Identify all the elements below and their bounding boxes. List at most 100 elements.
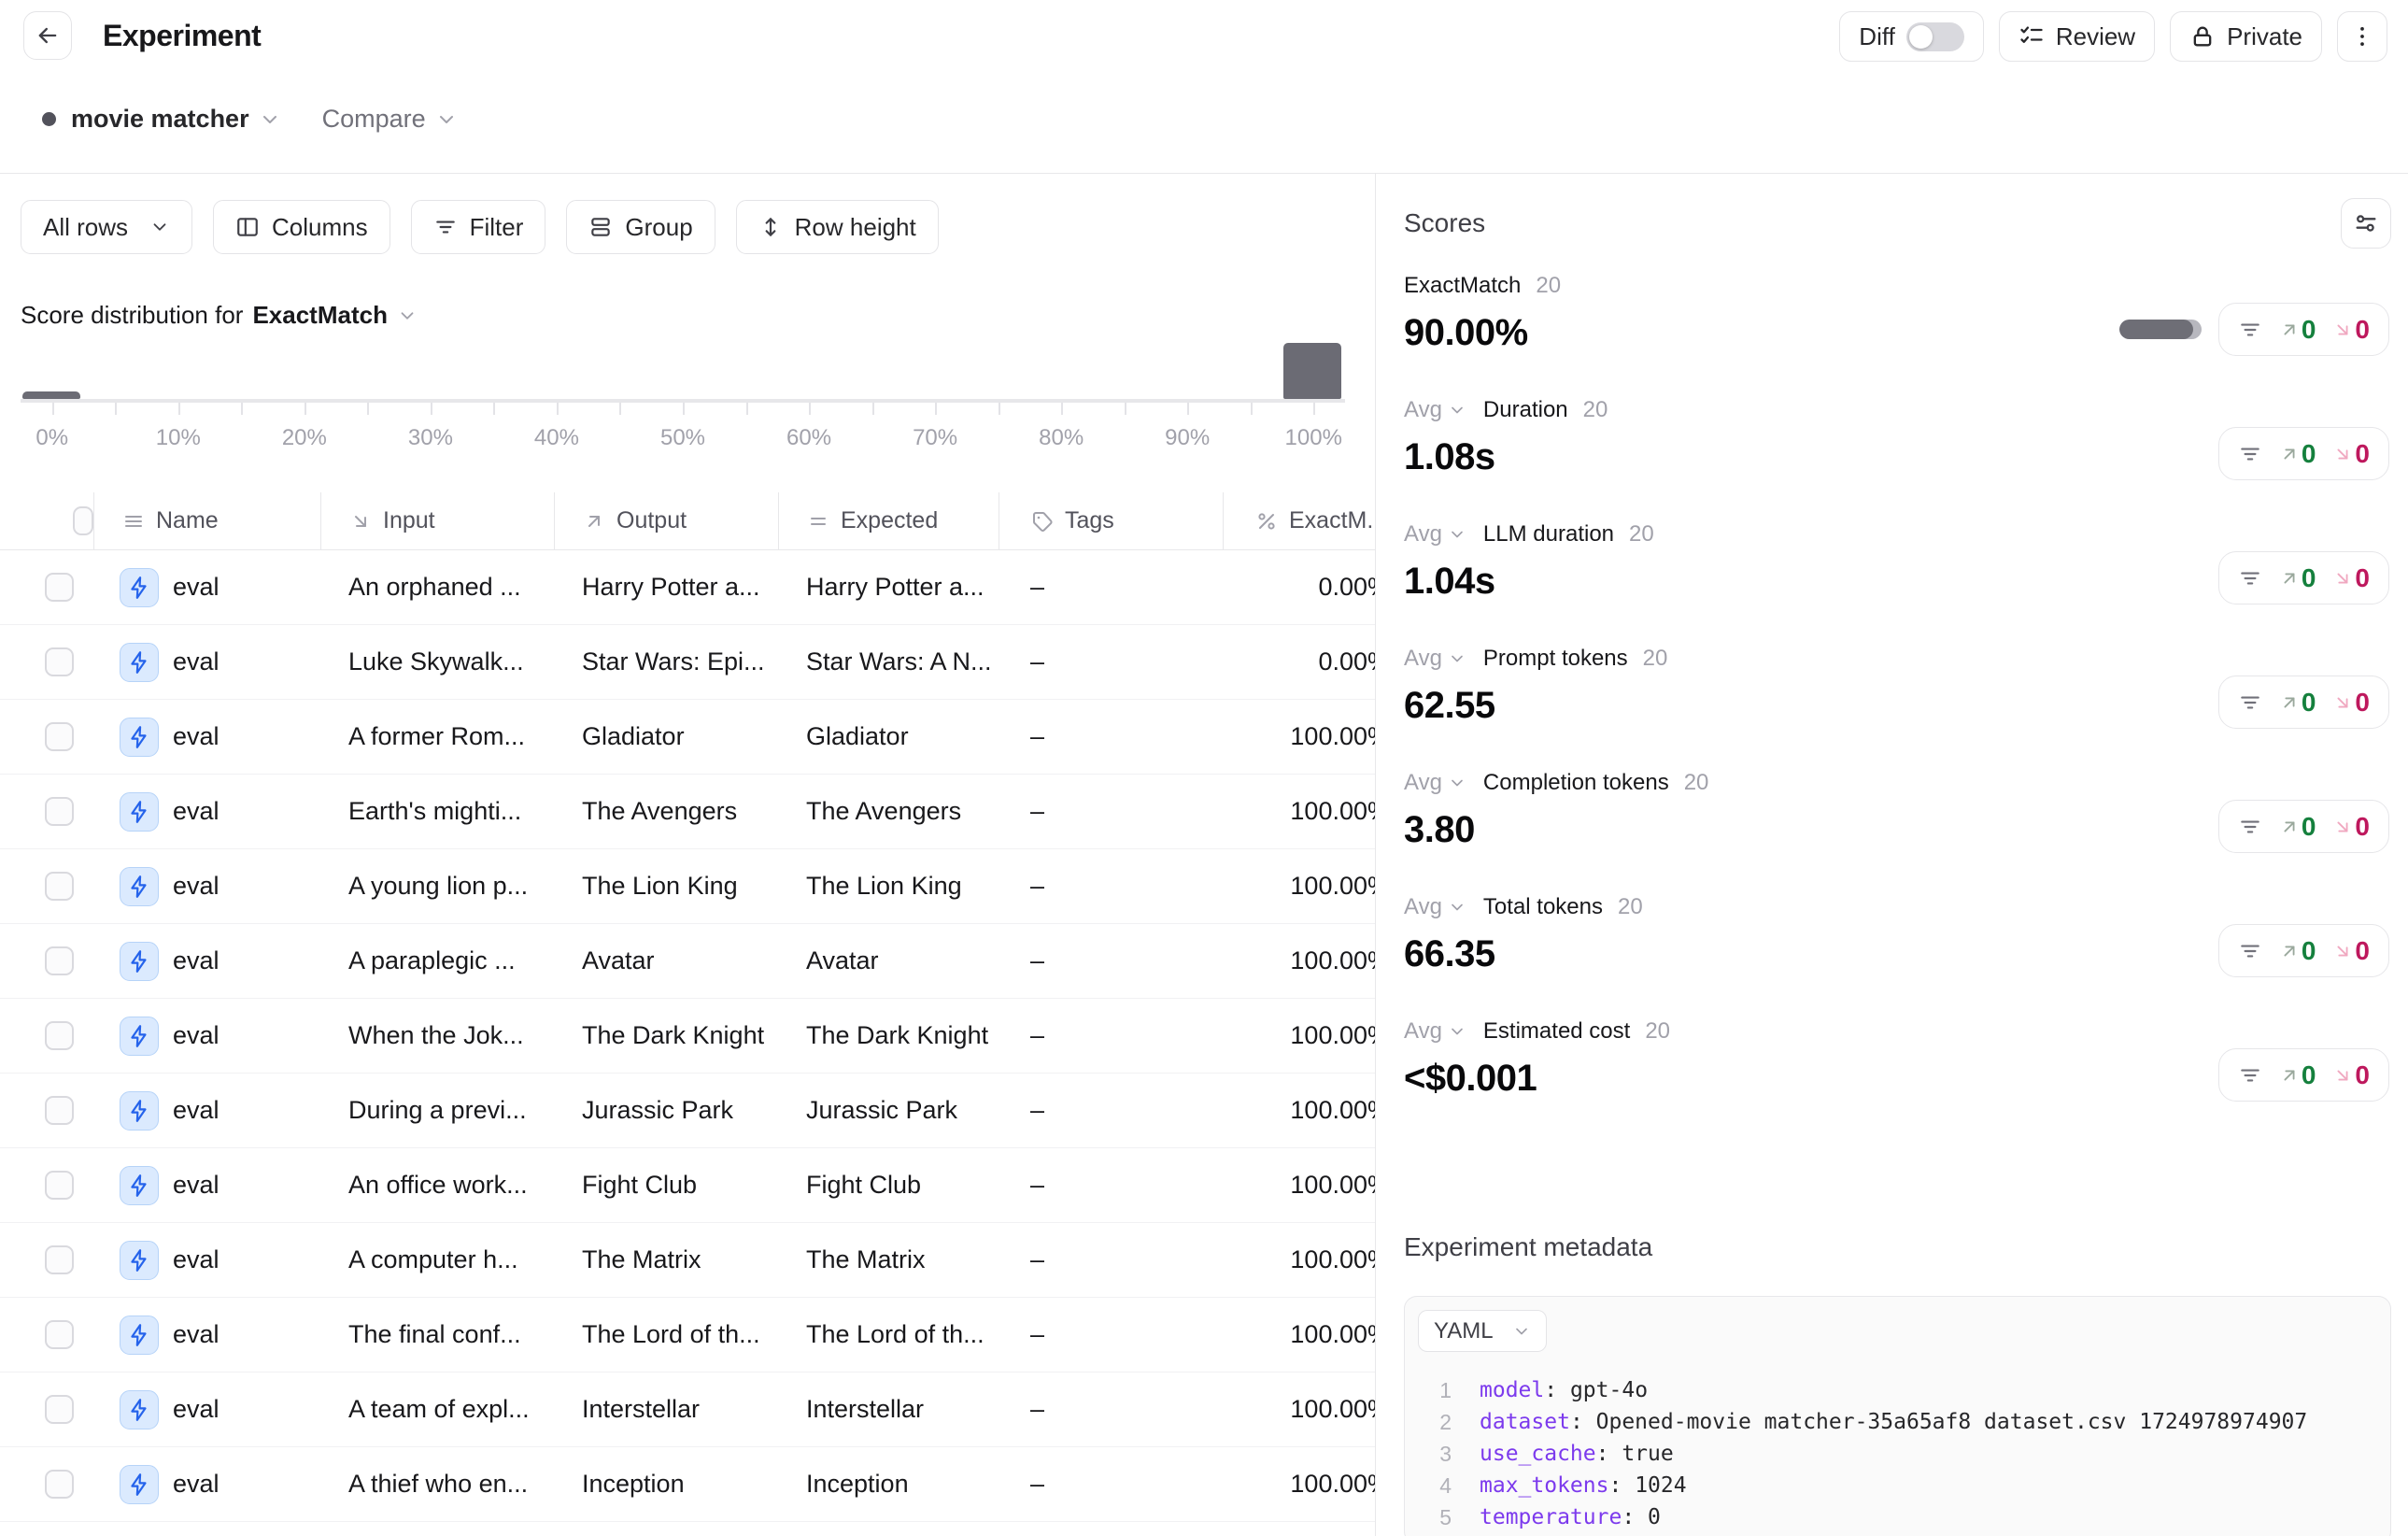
row-checkbox[interactable] bbox=[45, 647, 74, 676]
row-checkbox[interactable] bbox=[45, 872, 74, 901]
row-checkbox[interactable] bbox=[45, 946, 74, 975]
improvements-count[interactable]: 0 bbox=[2279, 439, 2316, 469]
row-checkbox[interactable] bbox=[45, 797, 74, 826]
table-row[interactable]: eval A paraplegic ... Avatar Avatar – 10… bbox=[0, 924, 1376, 999]
cell-tags: – bbox=[999, 1245, 1223, 1274]
table-row[interactable]: eval A team of expl... Interstellar Inte… bbox=[0, 1372, 1376, 1447]
trend-up-icon bbox=[2279, 692, 2300, 713]
table-header: Name Input Output Expected Tags ExactM..… bbox=[0, 492, 1376, 550]
chevron-down-icon[interactable] bbox=[435, 108, 458, 131]
regressions-count[interactable]: 0 bbox=[2332, 439, 2370, 469]
group-button[interactable]: Group bbox=[566, 200, 715, 254]
experiment-name-dropdown[interactable]: movie matcher bbox=[71, 105, 249, 134]
format-selector[interactable]: YAML bbox=[1418, 1310, 1547, 1352]
improvements-count[interactable]: 0 bbox=[2279, 936, 2316, 966]
improvements-count[interactable]: 0 bbox=[2279, 563, 2316, 593]
diff-toggle-button[interactable]: Diff bbox=[1839, 11, 1984, 62]
table-row[interactable]: eval A young lion p... The Lion King The… bbox=[0, 849, 1376, 924]
metric-filter-group[interactable]: 0 0 bbox=[2218, 676, 2389, 729]
cell-expected: Jurassic Park bbox=[778, 1096, 999, 1125]
metric-filter-group[interactable]: 0 0 bbox=[2218, 303, 2389, 356]
eval-bolt-icon bbox=[120, 643, 159, 682]
scores-settings-button[interactable] bbox=[2341, 198, 2391, 249]
aggregate-dropdown[interactable]: Avg bbox=[1404, 770, 1466, 796]
all-rows-dropdown[interactable]: All rows bbox=[21, 200, 192, 254]
metric-count: 20 bbox=[1684, 770, 1709, 796]
table-row[interactable]: eval A thief who en... Inception Incepti… bbox=[0, 1447, 1376, 1522]
private-button[interactable]: Private bbox=[2170, 11, 2322, 62]
filter-icon bbox=[2238, 690, 2262, 715]
lock-icon bbox=[2189, 23, 2216, 50]
filter-button[interactable]: Filter bbox=[411, 200, 546, 254]
improvements-count[interactable]: 0 bbox=[2279, 812, 2316, 842]
metric-filter-group[interactable]: 0 0 bbox=[2218, 924, 2389, 977]
cell-tags: – bbox=[999, 872, 1223, 901]
row-checkbox[interactable] bbox=[45, 1021, 74, 1050]
cell-tags: – bbox=[999, 1021, 1223, 1050]
cell-tags: – bbox=[999, 946, 1223, 975]
chevron-down-icon bbox=[1448, 401, 1466, 420]
row-checkbox[interactable] bbox=[45, 1096, 74, 1125]
row-checkbox[interactable] bbox=[45, 722, 74, 751]
aggregate-dropdown[interactable]: Avg bbox=[1404, 894, 1466, 920]
table-row[interactable]: eval When the Jok... The Dark Knight The… bbox=[0, 999, 1376, 1074]
column-header-tags[interactable]: Tags bbox=[999, 492, 1223, 549]
score-distribution-selector[interactable]: Score distribution for ExactMatch bbox=[21, 301, 1375, 330]
column-header-expected[interactable]: Expected bbox=[778, 492, 999, 549]
table-row[interactable]: eval An orphaned ... Harry Potter a... H… bbox=[0, 550, 1376, 625]
row-checkbox[interactable] bbox=[45, 1395, 74, 1424]
row-checkbox[interactable] bbox=[45, 1171, 74, 1200]
diff-label: Diff bbox=[1859, 22, 1895, 51]
improvements-count[interactable]: 0 bbox=[2279, 1060, 2316, 1090]
table-row[interactable]: eval Earth's mighti... The Avengers The … bbox=[0, 775, 1376, 849]
improvements-count[interactable]: 0 bbox=[2279, 315, 2316, 345]
aggregate-dropdown[interactable]: Avg bbox=[1404, 646, 1466, 672]
table-toolbar: All rows Columns Filter Group Row height bbox=[21, 200, 1375, 254]
table-row[interactable]: eval During a previ... Jurassic Park Jur… bbox=[0, 1074, 1376, 1148]
aggregate-dropdown[interactable]: Avg bbox=[1404, 397, 1466, 423]
cell-output: Gladiator bbox=[554, 722, 778, 751]
compare-dropdown[interactable]: Compare bbox=[322, 105, 426, 134]
metric-filter-group[interactable]: 0 0 bbox=[2218, 427, 2389, 480]
regressions-count[interactable]: 0 bbox=[2332, 812, 2370, 842]
metric-filter-group[interactable]: 0 0 bbox=[2218, 551, 2389, 604]
cell-expected: Fight Club bbox=[778, 1171, 999, 1200]
metric-filter-group[interactable]: 0 0 bbox=[2218, 800, 2389, 853]
diff-toggle-switch[interactable] bbox=[1906, 22, 1964, 51]
aggregate-dropdown[interactable]: Avg bbox=[1404, 1018, 1466, 1045]
table-row[interactable]: eval Luke Skywalk... Star Wars: Epi... S… bbox=[0, 625, 1376, 700]
eval-bolt-icon bbox=[120, 1017, 159, 1056]
row-height-button[interactable]: Row height bbox=[736, 200, 939, 254]
arrow-up-right-icon bbox=[583, 510, 605, 533]
aggregate-dropdown[interactable]: Avg bbox=[1404, 521, 1466, 548]
regressions-count[interactable]: 0 bbox=[2332, 936, 2370, 966]
metric-estimated-cost: Avg Estimated cost 20 <$0.001 0 0 bbox=[1404, 1018, 2391, 1143]
trend-up-icon bbox=[2279, 941, 2300, 961]
regressions-count[interactable]: 0 bbox=[2332, 1060, 2370, 1090]
table-row[interactable]: eval An office work... Fight Club Fight … bbox=[0, 1148, 1376, 1223]
row-checkbox[interactable] bbox=[45, 1245, 74, 1274]
select-all-checkbox[interactable] bbox=[73, 506, 93, 535]
review-button[interactable]: Review bbox=[1999, 11, 2155, 62]
regressions-count[interactable]: 0 bbox=[2332, 563, 2370, 593]
row-checkbox[interactable] bbox=[45, 1320, 74, 1349]
table-row[interactable]: eval The final conf... The Lord of th...… bbox=[0, 1298, 1376, 1372]
column-header-output[interactable]: Output bbox=[554, 492, 778, 549]
column-header-input[interactable]: Input bbox=[320, 492, 554, 549]
chevron-down-icon[interactable] bbox=[259, 108, 281, 131]
regressions-count[interactable]: 0 bbox=[2332, 315, 2370, 345]
table-row[interactable]: eval A computer h... The Matrix The Matr… bbox=[0, 1223, 1376, 1298]
column-header-exactmatch[interactable]: ExactM... bbox=[1223, 492, 1376, 549]
table-row[interactable]: eval A former Rom... Gladiator Gladiator… bbox=[0, 700, 1376, 775]
row-checkbox[interactable] bbox=[45, 1470, 74, 1499]
more-options-button[interactable] bbox=[2337, 11, 2387, 62]
regressions-count[interactable]: 0 bbox=[2332, 688, 2370, 718]
row-checkbox[interactable] bbox=[45, 573, 74, 602]
back-button[interactable] bbox=[23, 11, 72, 60]
improvements-count[interactable]: 0 bbox=[2279, 688, 2316, 718]
column-header-name[interactable]: Name bbox=[93, 492, 320, 549]
columns-button[interactable]: Columns bbox=[213, 200, 390, 254]
sliders-icon bbox=[2353, 210, 2379, 236]
cell-expected: The Matrix bbox=[778, 1245, 999, 1274]
metric-filter-group[interactable]: 0 0 bbox=[2218, 1048, 2389, 1102]
